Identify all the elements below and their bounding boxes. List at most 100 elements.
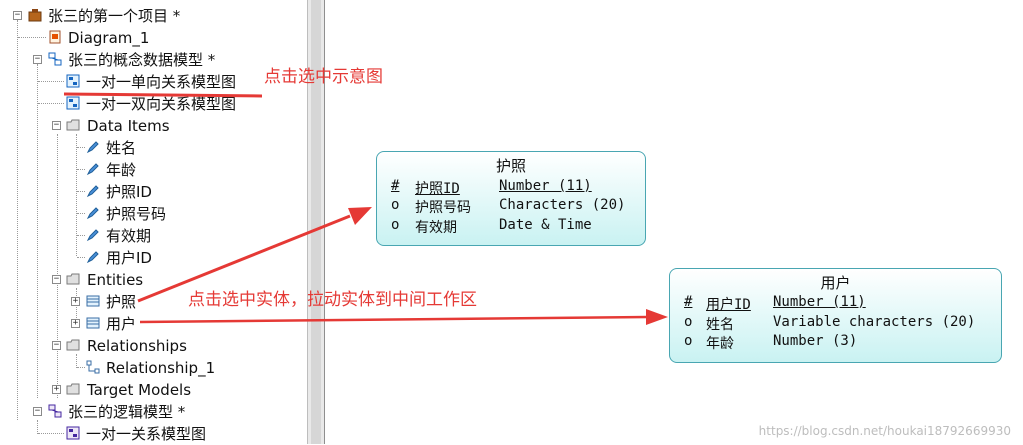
entity-box-user[interactable]: 用户 # 用户ID Number (11) o 姓名 Variable char…	[669, 268, 1002, 363]
tree-folder-relationships[interactable]: − Relationships	[0, 334, 307, 356]
data-item-icon	[86, 163, 99, 176]
tree-line	[77, 213, 85, 214]
tree-item-data-item[interactable]: 年龄	[0, 158, 307, 180]
entity-icon	[86, 295, 100, 307]
tree-item-label: 一对一双向关系模型图	[86, 94, 237, 113]
tree-item-label: 用户ID	[106, 248, 152, 267]
tree-item-label: Target Models	[87, 380, 192, 399]
tree-item-label: 一对一关系模型图	[86, 424, 207, 443]
tree-line	[77, 235, 85, 236]
expand-icon[interactable]: +	[71, 319, 80, 328]
entity-attribute-row: # 护照ID Number (11)	[391, 178, 592, 197]
tree-folder-target-models[interactable]: + Target Models	[0, 378, 307, 400]
entity-title: 用户	[820, 274, 851, 292]
tree-item-label: 一对一单向关系模型图	[86, 72, 237, 91]
attribute-type: Number (11)	[499, 178, 592, 194]
object-browser-tree: − 张三的第一个项目 * Diagram_1 − 张三的概念数据模型 * 一对一…	[0, 0, 307, 444]
annotation-drag-entity: 点击选中实体，拉动实体到中间工作区	[188, 290, 477, 310]
tree-item-data-item[interactable]: 护照号码	[0, 202, 307, 224]
entity-icon	[86, 317, 100, 329]
attribute-name: 用户ID	[706, 297, 751, 313]
tree-item-data-item[interactable]: 护照ID	[0, 180, 307, 202]
logical-model-icon	[48, 404, 62, 418]
attribute-type: Characters (20)	[499, 197, 626, 213]
diagram-icon	[66, 426, 80, 440]
collapse-icon[interactable]: −	[13, 11, 22, 20]
tree-item-label: 护照号码	[106, 204, 167, 223]
attribute-marker: o	[684, 333, 693, 349]
tree-item-diagram-two-way[interactable]: 一对一双向关系模型图	[0, 92, 307, 114]
tree-item-label: Relationship_1	[106, 358, 216, 377]
folder-icon	[66, 273, 80, 285]
tree-item-label: Entities	[87, 270, 144, 289]
collapse-icon[interactable]: −	[52, 121, 61, 130]
tree-item-label: 护照	[106, 292, 137, 311]
attribute-name: 姓名	[706, 317, 734, 333]
entity-attribute-row: # 用户ID Number (11)	[684, 294, 866, 313]
tree-item-label: Relationships	[87, 336, 187, 355]
watermark: https://blog.csdn.net/houkai18792669930	[758, 424, 1011, 438]
attribute-name: 年龄	[706, 336, 734, 352]
expand-icon[interactable]: +	[52, 385, 61, 394]
attribute-name: 护照ID	[415, 181, 460, 197]
tree-item-data-item[interactable]: 有效期	[0, 224, 307, 246]
entity-attribute-row: o 姓名 Variable characters (20)	[684, 314, 975, 333]
tree-line	[38, 103, 64, 104]
attribute-marker: #	[391, 178, 400, 194]
tree-line	[77, 257, 85, 258]
tree-item-data-item[interactable]: 用户ID	[0, 246, 307, 268]
attribute-name: 护照号码	[415, 200, 471, 216]
tree-item-cdm[interactable]: − 张三的概念数据模型 *	[0, 48, 307, 70]
attribute-type: Date & Time	[499, 217, 592, 233]
tree-item-label: 张三的第一个项目 *	[48, 6, 181, 25]
tree-item-label: 有效期	[106, 226, 152, 245]
data-item-icon	[86, 251, 99, 264]
folder-icon	[66, 119, 80, 131]
attribute-marker: #	[684, 294, 693, 310]
relationship-icon	[86, 360, 100, 374]
collapse-icon[interactable]: −	[33, 55, 42, 64]
tree-line	[77, 169, 85, 170]
expand-icon[interactable]: +	[71, 297, 80, 306]
entity-attribute-row: o 护照号码 Characters (20)	[391, 197, 625, 216]
tree-item-label: Data Items	[87, 116, 170, 135]
tree-line	[38, 81, 64, 82]
tree-line	[18, 37, 46, 38]
tree-item-ldm-diagram[interactable]: 一对一关系模型图	[0, 422, 307, 444]
tree-line	[77, 147, 85, 148]
tree-item-label: 用户	[106, 314, 137, 333]
tree-item-label: 年龄	[106, 160, 137, 179]
data-item-icon	[86, 207, 99, 220]
tree-folder-data-items[interactable]: − Data Items	[0, 114, 307, 136]
attribute-type: Number (11)	[773, 294, 866, 310]
project-icon	[28, 9, 42, 22]
collapse-icon[interactable]: −	[52, 275, 61, 284]
tree-item-entity-user[interactable]: + 用户	[0, 312, 307, 334]
entity-attribute-row: o 年龄 Number (3)	[684, 333, 857, 352]
tree-item-ldm[interactable]: − 张三的逻辑模型 *	[0, 400, 307, 422]
entity-attribute-row: o 有效期 Date & Time	[391, 217, 592, 236]
tree-item-label: 姓名	[106, 138, 137, 157]
tree-item-relationship[interactable]: Relationship_1	[0, 356, 307, 378]
tree-item-label: 张三的概念数据模型 *	[68, 50, 216, 69]
tree-item-project[interactable]: − 张三的第一个项目 *	[0, 4, 307, 26]
folder-icon	[66, 339, 80, 351]
collapse-icon[interactable]: −	[33, 407, 42, 416]
tree-item-data-item[interactable]: 姓名	[0, 136, 307, 158]
attribute-type: Number (3)	[773, 333, 858, 349]
diagram-icon	[66, 74, 80, 88]
tree-line	[38, 433, 64, 434]
diagram-icon	[49, 30, 61, 44]
attribute-marker: o	[684, 314, 693, 330]
tree-line	[77, 191, 85, 192]
tree-item-diagram[interactable]: Diagram_1	[0, 26, 307, 48]
annotation-select-diagram: 点击选中示意图	[264, 67, 383, 87]
tree-item-diagram-one-way[interactable]: 一对一单向关系模型图	[0, 70, 307, 92]
attribute-type: Variable characters (20)	[773, 314, 976, 330]
collapse-icon[interactable]: −	[52, 341, 61, 350]
folder-icon	[66, 383, 80, 395]
entity-box-passport[interactable]: 护照 # 护照ID Number (11) o 护照号码 Characters …	[376, 151, 646, 246]
data-item-icon	[86, 141, 99, 154]
data-item-icon	[86, 229, 99, 242]
tree-line	[77, 367, 85, 368]
